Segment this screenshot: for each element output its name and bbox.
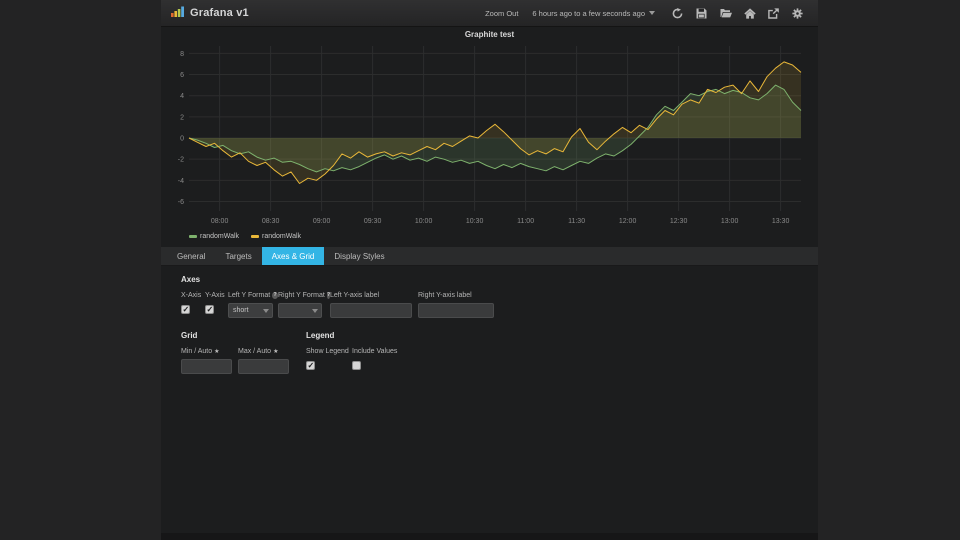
grid-min-input[interactable] <box>181 359 232 374</box>
panel-bottom-edge <box>161 533 818 540</box>
right-y-format-select[interactable] <box>278 303 322 318</box>
tab-display-styles[interactable]: Display Styles <box>324 247 394 265</box>
legend-section-heading: Legend <box>306 331 397 340</box>
save-icon[interactable] <box>695 7 708 20</box>
left-y-format-group: Left Y Format ? short <box>228 292 278 318</box>
gear-icon[interactable] <box>791 7 804 20</box>
svg-text:4: 4 <box>180 93 184 100</box>
svg-text:08:30: 08:30 <box>262 218 280 225</box>
navbar: Grafana v1 Zoom Out 6 hours ago to a few… <box>161 0 818 27</box>
navbar-right: Zoom Out 6 hours ago to a few seconds ag… <box>485 7 804 20</box>
home-icon[interactable] <box>743 7 756 20</box>
y-axis-checkbox[interactable] <box>205 305 214 314</box>
grid-max-group: Max / Auto ★ <box>238 348 289 374</box>
app-title: Grafana v1 <box>190 7 249 19</box>
axes-grid-editor: Axes X-Axis Y-Axis Left Y Format ? short <box>161 266 818 374</box>
svg-text:12:30: 12:30 <box>670 218 688 225</box>
grid-section-heading: Grid <box>181 331 306 340</box>
svg-text:-4: -4 <box>178 178 184 185</box>
series-label: randomWalk <box>200 233 239 240</box>
y-axis-label: Y-Axis <box>205 292 228 299</box>
editor-tabs: General Targets Axes & Grid Display Styl… <box>161 247 818 266</box>
star-icon[interactable]: ★ <box>273 348 278 355</box>
series-label: randomWalk <box>262 233 301 240</box>
star-icon[interactable]: ★ <box>214 348 219 355</box>
svg-text:08:00: 08:00 <box>211 218 229 225</box>
left-y-format-select[interactable]: short <box>228 303 273 318</box>
left-y-axis-label-group: Left Y-axis label <box>330 292 418 318</box>
right-y-format-group: Right Y Format ? <box>278 292 330 318</box>
left-y-format-label: Left Y Format ? <box>228 292 278 299</box>
svg-text:09:30: 09:30 <box>364 218 382 225</box>
svg-text:12:00: 12:00 <box>619 218 637 225</box>
svg-text:11:30: 11:30 <box>568 218 585 225</box>
x-axis-checkbox[interactable] <box>181 305 190 314</box>
series-color-chip <box>251 235 259 238</box>
chevron-down-icon <box>649 11 655 15</box>
chart-svg: 8 6 4 2 0 -2 -4 -6 08:00 08:30 09:00 09:30 10:00 10:3… <box>161 40 813 228</box>
svg-text:10:00: 10:00 <box>415 218 433 225</box>
right-y-axis-label-input[interactable] <box>418 303 494 318</box>
grid-max-input[interactable] <box>238 359 289 374</box>
time-range-label: 6 hours ago to a few seconds ago <box>532 9 645 18</box>
svg-text:2: 2 <box>180 114 184 121</box>
chart-canvas[interactable]: 8 6 4 2 0 -2 -4 -6 08:00 08:30 09:00 09:30 10:00 10:3… <box>161 40 818 233</box>
folder-open-icon[interactable] <box>719 7 732 20</box>
grid-legend-row: Grid Min / Auto ★ Max / Auto ★ <box>181 331 818 374</box>
grid-max-label: Max / Auto ★ <box>238 348 289 355</box>
chevron-down-icon <box>263 309 269 313</box>
chevron-down-icon <box>312 309 318 313</box>
right-y-axis-label-group: Right Y-axis label <box>418 292 498 318</box>
tab-targets[interactable]: Targets <box>215 247 261 265</box>
refresh-icon[interactable] <box>671 7 684 20</box>
svg-text:8: 8 <box>180 51 184 58</box>
x-axis-group: X-Axis <box>181 292 205 314</box>
legend-item[interactable]: randomWalk <box>189 233 239 240</box>
svg-text:10:30: 10:30 <box>466 218 484 225</box>
navbar-icon-buttons <box>671 7 804 20</box>
show-legend-checkbox[interactable] <box>306 361 315 370</box>
include-values-label: Include Values <box>352 348 397 355</box>
x-axis-label: X-Axis <box>181 292 205 299</box>
series-color-chip <box>189 235 197 238</box>
svg-text:-2: -2 <box>178 157 184 164</box>
svg-text:-6: -6 <box>178 199 184 206</box>
right-y-axis-label: Right Y-axis label <box>418 292 498 299</box>
legend-section: Legend Show Legend Include Values <box>306 331 397 370</box>
svg-text:11:00: 11:00 <box>517 218 534 225</box>
svg-text:13:00: 13:00 <box>721 218 739 225</box>
svg-text:09:00: 09:00 <box>313 218 331 225</box>
brand[interactable]: Grafana v1 <box>171 4 249 22</box>
include-values-checkbox[interactable] <box>352 361 361 370</box>
axes-section-heading: Axes <box>181 275 818 284</box>
svg-text:6: 6 <box>180 72 184 79</box>
svg-text:0: 0 <box>180 136 184 143</box>
include-values-group: Include Values <box>352 348 397 370</box>
svg-text:13:30: 13:30 <box>772 218 790 225</box>
axes-form-row: X-Axis Y-Axis Left Y Format ? short <box>181 292 818 318</box>
share-icon[interactable] <box>767 7 780 20</box>
grid-section: Grid Min / Auto ★ Max / Auto ★ <box>181 331 306 374</box>
left-y-axis-label: Left Y-axis label <box>330 292 418 299</box>
grid-min-group: Min / Auto ★ <box>181 348 238 374</box>
time-range-picker[interactable]: 6 hours ago to a few seconds ago <box>532 9 655 18</box>
zoom-out-button[interactable]: Zoom Out <box>485 9 518 18</box>
show-legend-label: Show Legend <box>306 348 352 355</box>
grafana-logo-icon <box>171 4 185 22</box>
show-legend-group: Show Legend <box>306 348 352 370</box>
dashboard-page: Grafana v1 Zoom Out 6 hours ago to a few… <box>161 0 818 540</box>
legend-item[interactable]: randomWalk <box>251 233 301 240</box>
left-y-axis-label-input[interactable] <box>330 303 412 318</box>
y-axis-group: Y-Axis <box>205 292 228 314</box>
tab-general[interactable]: General <box>167 247 215 265</box>
panel-title[interactable]: Graphite test <box>161 27 818 40</box>
tab-axes-grid[interactable]: Axes & Grid <box>262 247 325 265</box>
grid-min-label: Min / Auto ★ <box>181 348 238 355</box>
right-y-format-label: Right Y Format ? <box>278 292 330 299</box>
